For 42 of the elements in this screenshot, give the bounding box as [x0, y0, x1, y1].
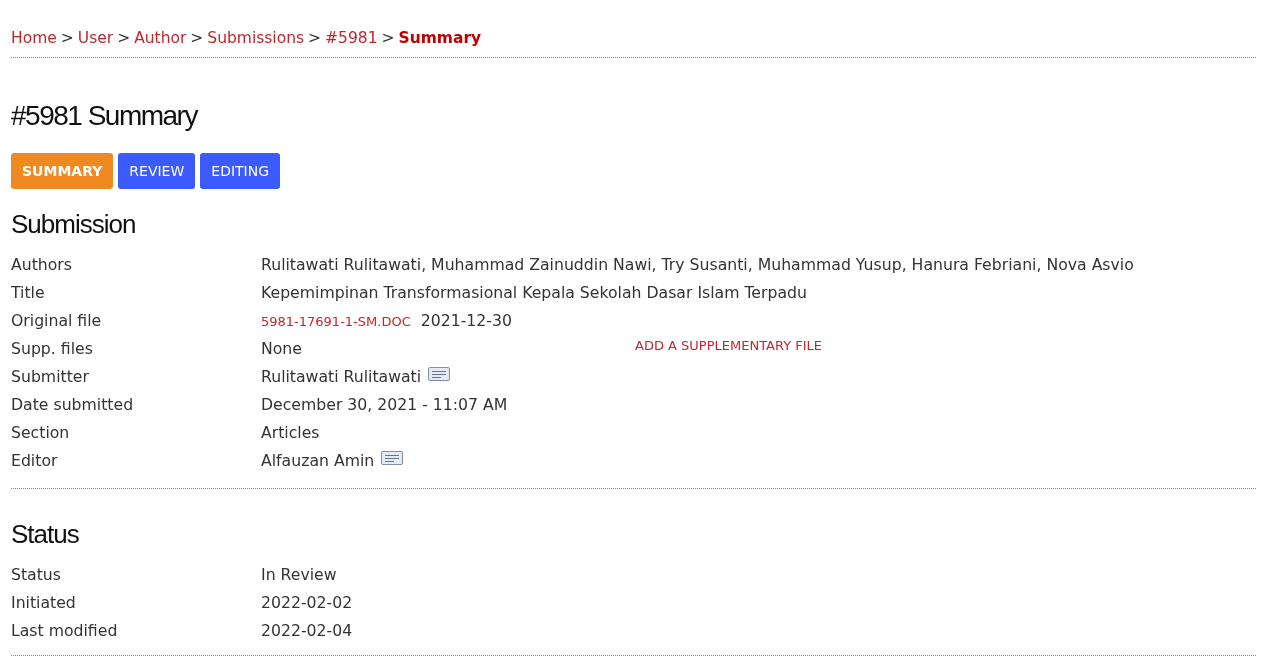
person-name: Alfauzan Amin: [261, 450, 375, 473]
breadcrumb-link[interactable]: Author: [134, 27, 187, 49]
row-label: Editor: [11, 450, 58, 473]
breadcrumb-link[interactable]: #5981: [325, 27, 378, 49]
row-value: None: [261, 338, 302, 361]
mail-icon[interactable]: [381, 451, 404, 465]
mail-icon[interactable]: [428, 367, 451, 381]
row-label: Submitter: [11, 366, 89, 389]
file-link[interactable]: 5981-17691-1-SM.DOC: [261, 312, 411, 332]
breadcrumb-separator: >: [381, 28, 395, 49]
breadcrumb-separator: >: [308, 28, 322, 49]
breadcrumb-link[interactable]: User: [77, 27, 114, 49]
row-value: December 30, 2021 - 11:07 AM: [261, 394, 508, 417]
breadcrumb-link[interactable]: Home: [11, 27, 57, 49]
row-label: Title: [11, 282, 45, 305]
breadcrumb-link[interactable]: Submissions: [207, 27, 305, 49]
breadcrumb-separator: >: [190, 28, 204, 49]
row-label: Original file: [11, 310, 102, 333]
row-value: 2022-02-04: [261, 620, 353, 643]
row-label: Supp. files: [11, 338, 93, 361]
row-label: Date submitted: [11, 394, 134, 417]
tab[interactable]: EDITING: [200, 153, 281, 189]
row-label: Status: [11, 564, 61, 587]
row-value: In Review: [261, 564, 337, 587]
breadcrumb-current[interactable]: Summary: [398, 27, 482, 49]
row-value: Articles: [261, 422, 320, 445]
person-name: Rulitawati Rulitawati: [261, 366, 422, 389]
page-title: #5981 Summary: [11, 99, 197, 133]
row-value: 2022-02-02: [261, 592, 353, 615]
add-supplementary-file-link[interactable]: ADD A SUPPLEMENTARY FILE: [635, 336, 822, 356]
section-heading: Submission: [11, 208, 136, 241]
row-label: Section: [11, 422, 70, 445]
breadcrumb-separator: >: [117, 28, 131, 49]
row-label: Initiated: [11, 592, 76, 615]
row-value: Rulitawati Rulitawati, Muhammad Zainuddin Nawi, Try Susanti, Muhammad Yusup, Hanura Febriani, Nova Asvio: [261, 254, 1134, 277]
section-heading: Status: [11, 518, 79, 551]
row-label: Authors: [11, 254, 72, 277]
row-value: Kepemimpinan Transformasional Kepala Sekolah Dasar Islam Terpadu: [261, 282, 807, 305]
tab[interactable]: REVIEW: [118, 153, 196, 189]
row-label: Last modified: [11, 620, 118, 643]
breadcrumb-separator: >: [60, 28, 74, 49]
file-date: 2021-12-30: [420, 310, 512, 333]
